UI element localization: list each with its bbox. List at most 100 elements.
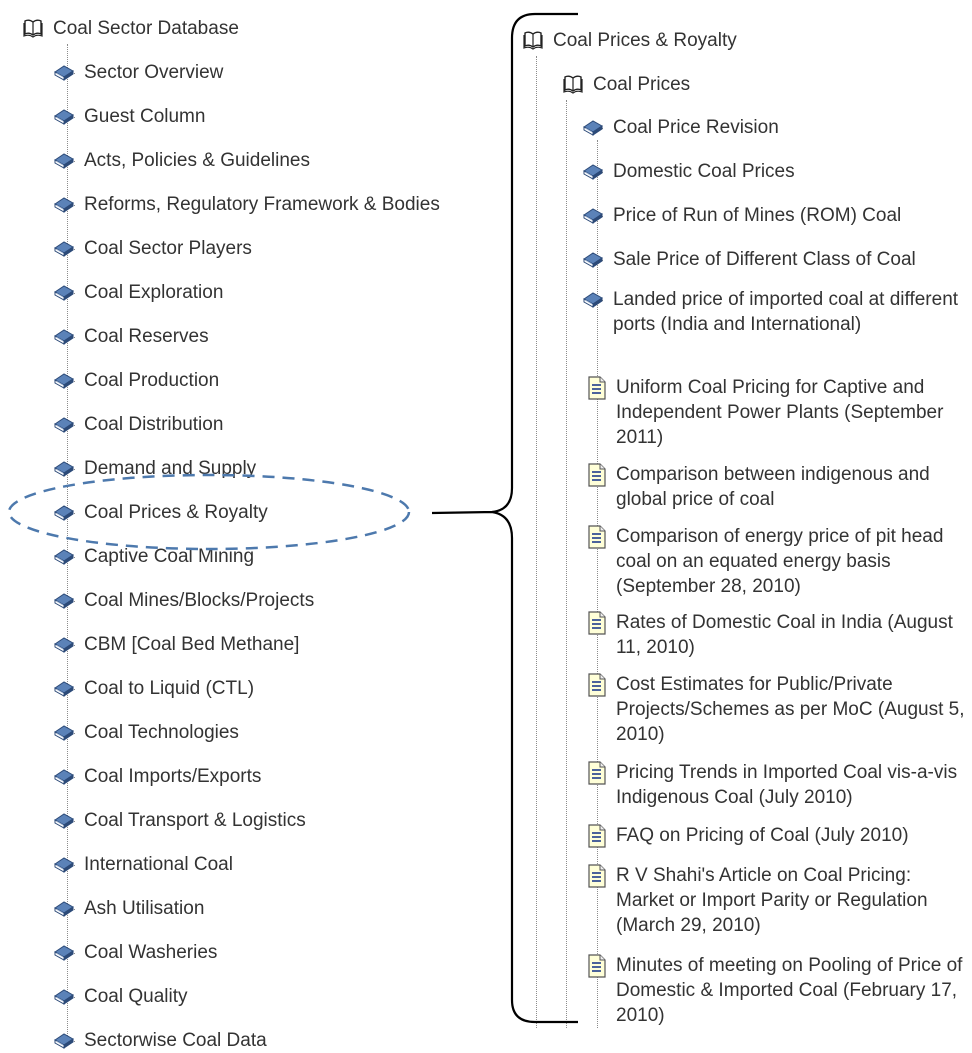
tree-item-faq-on-pricing-of-coal-july-2010[interactable]: FAQ on Pricing of Coal (July 2010) (587, 823, 970, 848)
tree-item-label: Comparison between indigenous and global… (616, 464, 930, 510)
tree-item-cost-estimates-for-public-private-projec[interactable]: Cost Estimates for Public/Private Projec… (587, 672, 970, 747)
tree-item-label: Coal Reserves (84, 326, 209, 347)
tree-item-label: Coal Prices & Royalty (84, 502, 268, 523)
book-icon (53, 237, 75, 259)
tree-root-coal-sector-database[interactable]: Coal Sector Database (22, 16, 239, 41)
tree-item-landed-price-of-imported-coal-at-differe[interactable]: Landed price of imported coal at differe… (582, 287, 970, 337)
tree-item-label: Price of Run of Mines (ROM) Coal (613, 205, 902, 226)
tree-item-label: Cost Estimates for Public/Private Projec… (616, 674, 965, 745)
tree-item-uniform-coal-pricing-for-captive-and-ind[interactable]: Uniform Coal Pricing for Captive and Ind… (587, 375, 970, 450)
book-icon (53, 193, 75, 215)
tree-item-label: International Coal (84, 854, 233, 875)
tree-item-label: Captive Coal Mining (84, 546, 255, 567)
tree-item-label: Coal Price Revision (613, 117, 779, 138)
tree-item-pricing-trends-in-imported-coal-vis-a-vi[interactable]: Pricing Trends in Imported Coal vis-a-vi… (587, 760, 970, 810)
sidebar-item-acts-policies-guidelines[interactable]: Acts, Policies & Guidelines (53, 148, 310, 173)
sidebar-item-coal-sector-players[interactable]: Coal Sector Players (53, 236, 252, 261)
book-icon (53, 677, 75, 699)
tree-item-label: Minutes of meeting on Pooling of Price o… (616, 955, 963, 1026)
document-icon (587, 463, 607, 487)
sidebar-item-coal-quality[interactable]: Coal Quality (53, 984, 188, 1009)
book-icon (53, 897, 75, 919)
sidebar-item-international-coal[interactable]: International Coal (53, 852, 233, 877)
document-icon (587, 954, 607, 978)
sidebar-item-coal-technologies[interactable]: Coal Technologies (53, 720, 239, 745)
tree-item-coal-price-revision[interactable]: Coal Price Revision (582, 115, 970, 140)
sidebar-item-coal-exploration[interactable]: Coal Exploration (53, 280, 223, 305)
sidebar-item-coal-mines-blocks-projects[interactable]: Coal Mines/Blocks/Projects (53, 588, 314, 613)
book-icon (582, 288, 604, 310)
coal-database-tree-view: Coal Sector Database Sector Overview Gue… (0, 0, 972, 1052)
tree-item-label: Coal Mines/Blocks/Projects (84, 590, 315, 611)
tree-item-label: Acts, Policies & Guidelines (84, 150, 310, 171)
tree-item-label: Rates of Domestic Coal in India (August … (616, 612, 953, 658)
tree-item-comparison-of-energy-price-of-pit-head-c[interactable]: Comparison of energy price of pit head c… (587, 524, 970, 599)
tree-item-rates-of-domestic-coal-in-india-august-1[interactable]: Rates of Domestic Coal in India (August … (587, 610, 970, 660)
tree-item-label: Coal Exploration (84, 282, 224, 303)
document-icon (587, 376, 607, 400)
tree-item-minutes-of-meeting-on-pooling-of-price-o[interactable]: Minutes of meeting on Pooling of Price o… (587, 953, 970, 1028)
sidebar-item-sectorwise-coal-data[interactable]: Sectorwise Coal Data (53, 1028, 267, 1053)
sidebar-item-captive-coal-mining[interactable]: Captive Coal Mining (53, 544, 254, 569)
tree-item-label: Coal Washeries (84, 942, 218, 963)
tree-item-label: Coal Prices (593, 74, 691, 95)
tree-item-label: Coal Imports/Exports (84, 766, 262, 787)
tree-item-price-of-run-of-mines-rom-coal[interactable]: Price of Run of Mines (ROM) Coal (582, 203, 970, 228)
tree-item-label: Coal Sector Database (53, 18, 239, 39)
book-icon (53, 633, 75, 655)
tree-item-label: Coal Technologies (84, 722, 239, 743)
sidebar-item-demand-and-supply[interactable]: Demand and Supply (53, 456, 256, 481)
tree-folder-coal-prices[interactable]: Coal Prices (562, 72, 690, 97)
tree-connector-vertical (536, 56, 537, 1028)
tree-item-label: Pricing Trends in Imported Coal vis-a-vi… (616, 762, 958, 808)
sidebar-item-coal-imports-exports[interactable]: Coal Imports/Exports (53, 764, 261, 789)
open-book-icon (22, 17, 44, 39)
tree-item-label: Ash Utilisation (84, 898, 205, 919)
book-icon (53, 149, 75, 171)
book-icon (53, 941, 75, 963)
tree-connector-vertical (566, 100, 567, 1028)
sidebar-item-coal-prices-royalty[interactable]: Coal Prices & Royalty (53, 500, 268, 525)
sidebar-item-coal-washeries[interactable]: Coal Washeries (53, 940, 217, 965)
sidebar-item-sector-overview[interactable]: Sector Overview (53, 60, 223, 85)
book-icon (53, 413, 75, 435)
tree-item-domestic-coal-prices[interactable]: Domestic Coal Prices (582, 159, 970, 184)
sidebar-item-coal-production[interactable]: Coal Production (53, 368, 219, 393)
sidebar-item-coal-transport-logistics[interactable]: Coal Transport & Logistics (53, 808, 306, 833)
book-icon (53, 545, 75, 567)
book-icon (53, 325, 75, 347)
tree-item-label: Uniform Coal Pricing for Captive and Ind… (616, 377, 944, 448)
tree-item-label: CBM [Coal Bed Methane] (84, 634, 300, 655)
sidebar-item-guest-column[interactable]: Guest Column (53, 104, 205, 129)
book-icon (582, 116, 604, 138)
tree-item-r-v-shahi-s-article-on-coal-pricing-mark[interactable]: R V Shahi's Article on Coal Pricing: Mar… (587, 863, 970, 938)
tree-item-label: Coal to Liquid (CTL) (84, 678, 255, 699)
book-icon (53, 105, 75, 127)
document-icon (587, 525, 607, 549)
book-icon (53, 985, 75, 1007)
tree-item-label: Coal Production (84, 370, 220, 391)
tree-item-comparison-between-indigenous-and-global[interactable]: Comparison between indigenous and global… (587, 462, 970, 512)
sidebar-item-coal-distribution[interactable]: Coal Distribution (53, 412, 223, 437)
book-icon (53, 501, 75, 523)
tree-item-label: Demand and Supply (84, 458, 257, 479)
book-icon (53, 281, 75, 303)
tree-item-label: Comparison of energy price of pit head c… (616, 526, 944, 597)
sidebar-item-ash-utilisation[interactable]: Ash Utilisation (53, 896, 204, 921)
sidebar-item-coal-reserves[interactable]: Coal Reserves (53, 324, 209, 349)
book-icon (582, 160, 604, 182)
tree-item-sale-price-of-different-class-of-coal[interactable]: Sale Price of Different Class of Coal (582, 247, 970, 272)
book-icon (53, 61, 75, 83)
book-icon (53, 765, 75, 787)
sidebar-item-coal-to-liquid-ctl[interactable]: Coal to Liquid (CTL) (53, 676, 254, 701)
tree-item-label: Coal Prices & Royalty (553, 30, 737, 51)
document-icon (587, 673, 607, 697)
book-icon (53, 809, 75, 831)
sidebar-item-reforms-regulatory-framework-bodies[interactable]: Reforms, Regulatory Framework & Bodies (53, 192, 440, 217)
document-icon (587, 611, 607, 635)
book-icon (53, 369, 75, 391)
tree-root-coal-prices-royalty[interactable]: Coal Prices & Royalty (522, 28, 737, 53)
sidebar-item-cbm-coal-bed-methane[interactable]: CBM [Coal Bed Methane] (53, 632, 299, 657)
book-icon (582, 248, 604, 270)
tree-item-label: Landed price of imported coal at differe… (613, 289, 959, 335)
